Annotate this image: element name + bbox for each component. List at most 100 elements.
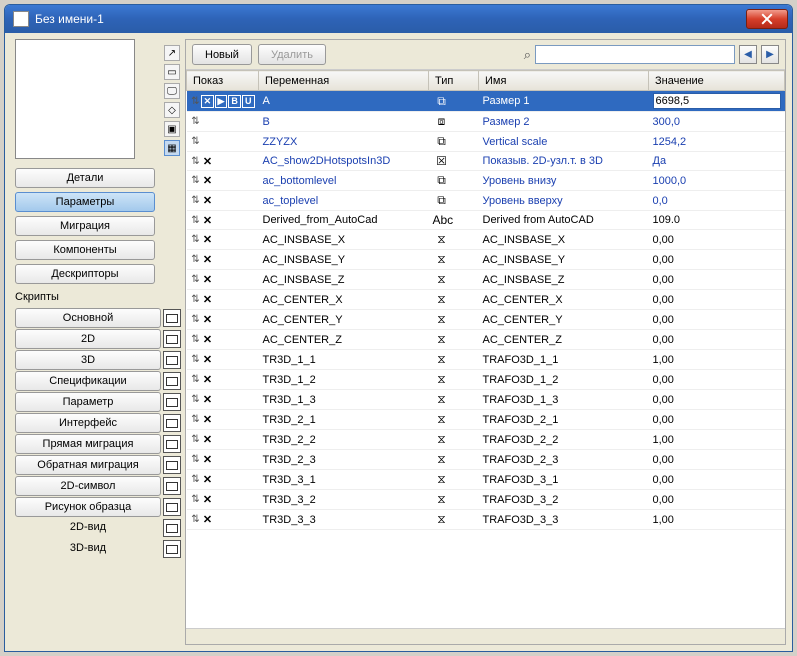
- hide-icon[interactable]: ✕: [202, 253, 214, 266]
- type-icon[interactable]: ⧖: [433, 332, 451, 347]
- variable-cell[interactable]: TR3D_3_3: [259, 510, 429, 530]
- name-cell[interactable]: Уровень вверху: [479, 191, 649, 211]
- hide-icon[interactable]: ✕: [202, 273, 214, 286]
- name-cell[interactable]: AC_INSBASE_Z: [479, 270, 649, 290]
- nav-parameters[interactable]: Параметры: [15, 192, 155, 212]
- type-icon[interactable]: ⧉: [433, 94, 451, 109]
- type-icon[interactable]: ⧖: [433, 272, 451, 287]
- u-icon[interactable]: U: [242, 95, 255, 108]
- table-row[interactable]: ⇅✕AC_INSBASE_X⧖AC_INSBASE_X0,00: [187, 230, 785, 250]
- type-icon[interactable]: ⧉: [433, 134, 451, 149]
- variable-cell[interactable]: ac_toplevel: [259, 191, 429, 211]
- type-icon[interactable]: ⧖: [433, 472, 451, 487]
- value-cell[interactable]: 0,00: [653, 314, 674, 326]
- variable-cell[interactable]: AC_CENTER_X: [259, 290, 429, 310]
- rewind-icon[interactable]: ▶: [215, 95, 228, 108]
- variable-cell[interactable]: TR3D_1_2: [259, 370, 429, 390]
- hide-icon[interactable]: ✕: [202, 333, 214, 346]
- value-cell[interactable]: 0,00: [653, 294, 674, 306]
- table-row[interactable]: ⇅✕AC_INSBASE_Y⧖AC_INSBASE_Y0,00: [187, 250, 785, 270]
- table-row[interactable]: ⇅✕AC_CENTER_Y⧖AC_CENTER_Y0,00: [187, 310, 785, 330]
- type-icon[interactable]: ⧖: [433, 252, 451, 267]
- type-icon[interactable]: ⧖: [433, 352, 451, 367]
- variable-cell[interactable]: TR3D_1_1: [259, 350, 429, 370]
- table-row[interactable]: ⇅✕TR3D_1_2⧖TRAFO3D_1_20,00: [187, 370, 785, 390]
- variable-cell[interactable]: TR3D_2_1: [259, 410, 429, 430]
- variable-cell[interactable]: AC_INSBASE_Z: [259, 270, 429, 290]
- bold-icon[interactable]: B: [228, 95, 241, 108]
- name-cell[interactable]: Derived from AutoCAD: [479, 211, 649, 230]
- variable-cell[interactable]: ac_bottomlevel: [259, 171, 429, 191]
- table-row[interactable]: ⇅✕TR3D_3_1⧖TRAFO3D_3_10,00: [187, 470, 785, 490]
- titlebar[interactable]: Без имени-1: [5, 5, 792, 33]
- name-cell[interactable]: TRAFO3D_1_1: [479, 350, 649, 370]
- variable-cell[interactable]: ZZYZX: [259, 132, 429, 152]
- variable-cell[interactable]: TR3D_3_1: [259, 470, 429, 490]
- nav-components[interactable]: Компоненты: [15, 240, 155, 260]
- name-cell[interactable]: TRAFO3D_3_2: [479, 490, 649, 510]
- script-bmig[interactable]: Обратная миграция: [15, 455, 161, 475]
- col-name[interactable]: Имя: [479, 71, 649, 91]
- variable-cell[interactable]: B: [259, 112, 429, 132]
- script-3d[interactable]: 3D: [15, 350, 161, 370]
- name-cell[interactable]: TRAFO3D_3_3: [479, 510, 649, 530]
- name-cell[interactable]: TRAFO3D_3_1: [479, 470, 649, 490]
- name-cell[interactable]: Размер 2: [479, 112, 649, 132]
- variable-cell[interactable]: AC_CENTER_Z: [259, 330, 429, 350]
- variable-cell[interactable]: AC_show2DHotspotsIn3D: [259, 152, 429, 171]
- tool-cube-icon[interactable]: ◇: [164, 102, 180, 118]
- value-cell[interactable]: 300,0: [653, 116, 681, 128]
- value-cell[interactable]: 1000,0: [653, 175, 687, 187]
- hide-icon[interactable]: ✕: [202, 194, 214, 207]
- script-param[interactable]: Параметр: [15, 392, 161, 412]
- script-2d[interactable]: 2D: [15, 329, 161, 349]
- type-icon[interactable]: ☒: [433, 154, 451, 168]
- prev-button[interactable]: ◀: [739, 45, 757, 64]
- tool-film-icon[interactable]: ▦: [164, 140, 180, 156]
- script-state-icon[interactable]: [163, 351, 181, 369]
- close-button[interactable]: [746, 9, 788, 29]
- table-row[interactable]: ⇅✕AC_INSBASE_Z⧖AC_INSBASE_Z0,00: [187, 270, 785, 290]
- name-cell[interactable]: Показыв. 2D-узл.т. в 3D: [479, 152, 649, 171]
- name-cell[interactable]: TRAFO3D_2_2: [479, 430, 649, 450]
- variable-cell[interactable]: AC_CENTER_Y: [259, 310, 429, 330]
- type-icon[interactable]: ⧖: [433, 432, 451, 447]
- hide-icon[interactable]: ✕: [202, 513, 214, 526]
- script-sample[interactable]: Рисунок образца: [15, 497, 161, 517]
- table-row[interactable]: ⇅✕TR3D_1_3⧖TRAFO3D_1_30,00: [187, 390, 785, 410]
- script-state-icon[interactable]: [163, 477, 181, 495]
- tool-screen-icon[interactable]: ▭: [164, 64, 180, 80]
- table-row[interactable]: ⇅✕TR3D_2_2⧖TRAFO3D_2_21,00: [187, 430, 785, 450]
- table-row[interactable]: ⇅B⧈Размер 2300,0: [187, 112, 785, 132]
- table-row[interactable]: ⇅✕AC_CENTER_Z⧖AC_CENTER_Z0,00: [187, 330, 785, 350]
- table-row[interactable]: ⇅✕TR3D_3_2⧖TRAFO3D_3_20,00: [187, 490, 785, 510]
- script-spec[interactable]: Спецификации: [15, 371, 161, 391]
- value-cell[interactable]: 0,00: [653, 334, 674, 346]
- variable-cell[interactable]: AC_INSBASE_Y: [259, 250, 429, 270]
- name-cell[interactable]: TRAFO3D_1_2: [479, 370, 649, 390]
- hide-icon[interactable]: ✕: [202, 493, 214, 506]
- name-cell[interactable]: TRAFO3D_1_3: [479, 390, 649, 410]
- table-row[interactable]: ⇅✕TR3D_3_3⧖TRAFO3D_3_31,00: [187, 510, 785, 530]
- value-cell[interactable]: 0,00: [653, 394, 674, 406]
- type-icon[interactable]: Abc: [433, 213, 451, 227]
- script-state-icon[interactable]: [163, 393, 181, 411]
- script-main[interactable]: Основной: [15, 308, 161, 328]
- table-row[interactable]: ⇅ZZYZX⧉Vertical scale1254,2: [187, 132, 785, 152]
- tool-box-icon[interactable]: ▣: [164, 121, 180, 137]
- hide-icon[interactable]: ✕: [202, 353, 214, 366]
- hide-icon[interactable]: ✕: [202, 214, 214, 227]
- script-iface[interactable]: Интерфейс: [15, 413, 161, 433]
- table-row[interactable]: ⇅✕AC_show2DHotspotsIn3D☒Показыв. 2D-узл.…: [187, 152, 785, 171]
- value-cell[interactable]: 0,00: [653, 454, 674, 466]
- type-icon[interactable]: ⧖: [433, 512, 451, 527]
- type-icon[interactable]: ⧖: [433, 232, 451, 247]
- script-state-icon[interactable]: [163, 519, 181, 537]
- hide-icon[interactable]: ✕: [202, 473, 214, 486]
- col-type[interactable]: Тип: [429, 71, 479, 91]
- tool-monitor-icon[interactable]: 🖵: [164, 83, 180, 99]
- name-cell[interactable]: Уровень внизу: [479, 171, 649, 191]
- type-icon[interactable]: ⧖: [433, 312, 451, 327]
- col-var[interactable]: Переменная: [259, 71, 429, 91]
- tool-arrow-icon[interactable]: ↗: [164, 45, 180, 61]
